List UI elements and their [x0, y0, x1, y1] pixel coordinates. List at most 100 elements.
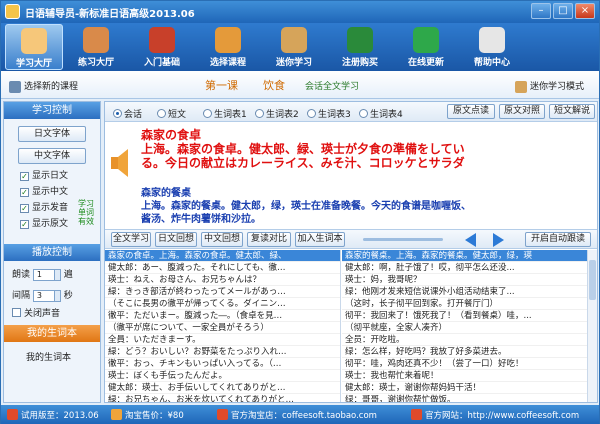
table-row[interactable]: 健太郎：瑛士、お手伝いしてくれてありがと… [105, 382, 340, 394]
close-button[interactable]: × [575, 3, 595, 19]
table-row[interactable]: 健太郎：啊，肚子饿了！哎，彻平怎么还没... [342, 262, 587, 274]
radio-vocab-2[interactable]: 生词表2 [255, 107, 299, 120]
play-control-header: 播放控制 [4, 244, 100, 261]
table-row[interactable]: 绿：他刚才发来短信说课外小组活动结束了... [342, 286, 587, 298]
full-text-button[interactable]: 全文学习 [111, 232, 151, 247]
checkbox-label: 显示中文 [32, 187, 69, 197]
table-row[interactable]: 瑛士：ねえ、お母さん、お兄ちゃんは？ [105, 274, 340, 286]
table-row[interactable]: 全員：いただきまーす。 [105, 334, 340, 346]
table-row[interactable]: 瑛士：ぼくも手伝ったんだよ。 [105, 370, 340, 382]
radio-label: 生词表1 [214, 110, 247, 120]
read-times-input[interactable]: 1 [32, 268, 55, 281]
main-toolbar: 学习大厅 练习大厅 入门基础 选择课程 迷你学习 注册购买 在线更新 帮助中心 [1, 23, 599, 71]
show-jp-checkbox[interactable]: ✓ 显示日文 [20, 170, 68, 182]
radio-vocab-3[interactable]: 生词表3 [307, 107, 351, 120]
repeat-compare-button[interactable]: 复读对比 [247, 232, 291, 247]
previous-icon[interactable] [465, 233, 476, 247]
show-original-checkbox[interactable]: ✓ 显示原文 [20, 218, 68, 230]
playback-slider[interactable] [363, 238, 443, 241]
auto-read-button[interactable]: 开启自动跟读 [525, 232, 591, 247]
my-vocab-header: 我的生词本 [4, 325, 100, 342]
cn-recall-button[interactable]: 中文回想 [201, 232, 243, 247]
show-cn-checkbox[interactable]: ✓ 显示中文 [20, 186, 68, 198]
table-row[interactable]: （そこに長男の徹平が帰ってくる。ダイニン… [105, 298, 340, 310]
my-vocab-link[interactable]: 我的生词本 [26, 350, 71, 363]
add-vocab-button[interactable]: 加入生词本 [295, 232, 345, 247]
maximize-button[interactable]: □ [553, 3, 573, 19]
mini-mode-link[interactable]: 迷你学习模式 [515, 79, 584, 93]
table-row[interactable]: 彻平：我回来了！饿死我了！（看到餐桌）哇，... [342, 310, 587, 322]
table-row[interactable]: 全员：开吃啦。 [342, 334, 587, 346]
lesson-text-area: 森家の食卓 上海。森家の食卓。健太郎、緑、瑛士が夕食の準備をしてい る。今日の献… [105, 122, 597, 228]
table-row[interactable]: （徹平が席について、一家全員がそろう） [105, 322, 340, 334]
vertical-scrollbar[interactable] [587, 250, 597, 402]
toolbar-practice-hall[interactable]: 练习大厅 [67, 24, 125, 70]
cn-font-button[interactable]: 中文字体 [18, 148, 86, 164]
jp-font-button[interactable]: 日文字体 [18, 126, 86, 142]
table-row[interactable]: 瑛士：我也帮忙来着呢！ [342, 370, 587, 382]
table-row[interactable]: 緑：どう？おいしい？お野菜をたっぷり入れ… [105, 346, 340, 358]
radio-label: 短文 [168, 110, 187, 120]
radio-dot [157, 109, 166, 118]
original-read-button[interactable]: 原文点读 [447, 104, 495, 119]
radio-dot [255, 109, 264, 118]
cart-icon [347, 27, 373, 53]
next-icon[interactable] [493, 233, 504, 247]
jp-recall-button[interactable]: 日文回想 [155, 232, 197, 247]
select-lesson-link[interactable]: 选择新的课程 [9, 79, 78, 93]
radio-short-text[interactable]: 短文 [157, 107, 186, 120]
original-compare-button[interactable]: 原文对照 [499, 104, 545, 119]
table-row[interactable]: （这时，长子彻平回到家。打开餐厅门） [342, 298, 587, 310]
table-row[interactable]: 彻平：哇，鸡肉还真不少！（尝了一口）好吃！ [342, 358, 587, 370]
table-row[interactable]: 森家的餐桌。上海。森家的餐桌。健太郎，绿，瑛 [342, 250, 587, 262]
toolbar-label: 选择课程 [209, 58, 246, 68]
app-window: 日语辅导员-新标准日语高级2013.06 – □ × 学习大厅 练习大厅 入门基… [0, 0, 600, 424]
toolbar-help-center[interactable]: 帮助中心 [463, 24, 521, 70]
table-row[interactable]: 緑：お兄ちゃん、お米を炊いてくれてありがと… [105, 394, 340, 402]
toolbar-basics[interactable]: 入门基础 [133, 24, 191, 70]
title-bar: 日语辅导员-新标准日语高级2013.06 – □ × [1, 1, 599, 23]
table-row[interactable]: 瑛士：妈，我哥呢？ [342, 274, 587, 286]
read-times-stepper[interactable] [53, 268, 61, 281]
price-text: 淘宝售价：¥80 [125, 411, 184, 421]
speaker-icon[interactable] [109, 146, 133, 180]
taobao-shop-link[interactable]: 官方淘宝店：coffeesoft.taobao.com [217, 409, 377, 421]
radio-vocab-4[interactable]: 生词表4 [359, 107, 403, 120]
table-row[interactable]: 徹平：おっ、チキンもいっぱい入ってる。（… [105, 358, 340, 370]
table-row[interactable]: 緑：きっき部活が終わったってメールがあっ… [105, 286, 340, 298]
lesson-number: 第一课 [205, 79, 238, 92]
mini-mode-label: 迷你学习模式 [530, 82, 585, 92]
check-icon: ✓ [20, 220, 29, 229]
select-lesson-label: 选择新的课程 [24, 82, 79, 92]
fulltext-study-label: 会话全文学习 [305, 82, 360, 92]
toolbar-label: 帮助中心 [473, 58, 510, 68]
scrollbar-thumb[interactable] [589, 260, 596, 300]
toolbar-study-hall[interactable]: 学习大厅 [5, 24, 63, 70]
table-row[interactable]: 绿：哥哥，谢谢你帮忙做饭。 [342, 394, 587, 402]
interval-input[interactable]: 3 [32, 289, 55, 302]
read-unit: 遍 [63, 270, 73, 280]
interval-stepper[interactable] [53, 289, 61, 302]
toolbar-select-course[interactable]: 选择课程 [199, 24, 257, 70]
view-mode-bar: 会话 短文 生词表1 生词表2 生词表3 生词表4 原文点读 原文对照 短文解说 [105, 102, 597, 122]
radio-dot [307, 109, 316, 118]
short-text-explain-button[interactable]: 短文解说 [549, 104, 595, 119]
table-row[interactable]: （彻平就座，全家人凑齐） [342, 322, 587, 334]
table-row[interactable]: 健太郎：あー、腹減った。それにしても、徹… [105, 262, 340, 274]
table-row[interactable]: 健太郎：瑛士，谢谢你帮妈妈干活！ [342, 382, 587, 394]
toolbar-online-update[interactable]: 在线更新 [397, 24, 455, 70]
radio-vocab-1[interactable]: 生词表1 [203, 107, 247, 120]
radio-dialogue[interactable]: 会话 [113, 107, 142, 120]
minimize-button[interactable]: – [531, 3, 551, 19]
toolbar-register-buy[interactable]: 注册购买 [331, 24, 389, 70]
toolbar-mini-study[interactable]: 迷你学习 [265, 24, 323, 70]
mute-checkbox[interactable]: 关闭声音 [12, 308, 60, 320]
table-row[interactable]: 徹平：ただいまー。腹減った―。（食卓を見… [105, 310, 340, 322]
checkbox-label: 关闭声音 [24, 309, 61, 319]
show-pronunciation-checkbox[interactable]: ✓ 显示发音 [20, 202, 68, 214]
official-site-link[interactable]: 官方网站：http://www.coffeesoft.com [411, 409, 579, 421]
table-row[interactable]: 绿：怎么样，好吃吗？我放了好多菜进去。 [342, 346, 587, 358]
table-row[interactable]: 森家の食卓。上海。森家の食卓。健太郎、緑、 [105, 250, 340, 262]
taobao-price: 淘宝售价：¥80 [111, 409, 184, 421]
radio-dot [113, 109, 122, 118]
